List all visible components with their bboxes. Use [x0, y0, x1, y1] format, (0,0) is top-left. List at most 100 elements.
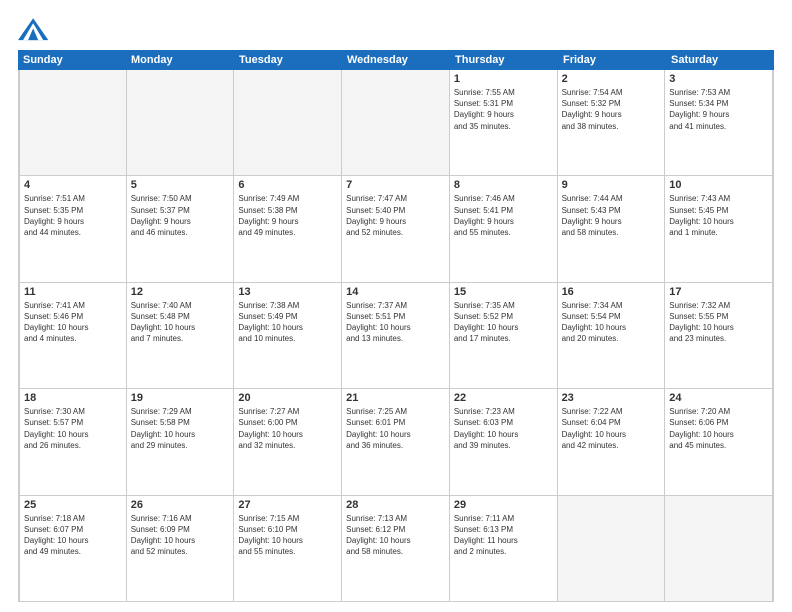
day-info: Sunrise: 7:11 AM Sunset: 6:13 PM Dayligh…	[454, 513, 553, 558]
day-number: 20	[238, 392, 337, 404]
day-info: Sunrise: 7:13 AM Sunset: 6:12 PM Dayligh…	[346, 513, 445, 558]
calendar-body: 1 Sunrise: 7:55 AM Sunset: 5:31 PM Daylig…	[18, 70, 774, 602]
calendar-cell: 1 Sunrise: 7:55 AM Sunset: 5:31 PM Daylig…	[450, 70, 558, 175]
calendar-cell: 4Sunrise: 7:51 AM Sunset: 5:35 PM Daylig…	[19, 176, 127, 281]
day-number: 11	[24, 286, 122, 298]
calendar-cell: 11 Sunrise: 7:41 AM Sunset: 5:46 PM Dayli…	[19, 283, 127, 388]
calendar-cell: 21Sunrise: 7:25 AM Sunset: 6:01 PM Dayli…	[342, 389, 450, 494]
calendar-cell: 13 Sunrise: 7:38 AM Sunset: 5:49 PM Dayli…	[234, 283, 342, 388]
calendar-week-1: 1 Sunrise: 7:55 AM Sunset: 5:31 PM Daylig…	[19, 70, 773, 176]
calendar-cell: 9 Sunrise: 7:44 AM Sunset: 5:43 PM Daylig…	[558, 176, 666, 281]
day-info: Sunrise: 7:15 AM Sunset: 6:10 PM Dayligh…	[238, 513, 337, 558]
day-number: 2	[562, 73, 661, 85]
calendar-header: SundayMondayTuesdayWednesdayThursdayFrid…	[18, 50, 774, 70]
calendar-cell: 17 Sunrise: 7:32 AM Sunset: 5:55 PM Dayli…	[665, 283, 773, 388]
calendar-cell	[558, 496, 666, 601]
calendar: SundayMondayTuesdayWednesdayThursdayFrid…	[18, 50, 774, 602]
logo	[18, 16, 54, 44]
calendar-cell	[342, 70, 450, 175]
day-info: Sunrise: 7:37 AM Sunset: 5:51 PM Dayligh…	[346, 300, 445, 345]
day-info: Sunrise: 7:50 AM Sunset: 5:37 PM Dayligh…	[131, 193, 230, 238]
calendar-cell: 5 Sunrise: 7:50 AM Sunset: 5:37 PM Daylig…	[127, 176, 235, 281]
day-info: Sunrise: 7:25 AM Sunset: 6:01 PM Dayligh…	[346, 406, 445, 451]
day-info: Sunrise: 7:23 AM Sunset: 6:03 PM Dayligh…	[454, 406, 553, 451]
header-day-monday: Monday	[126, 50, 234, 70]
day-number: 8	[454, 179, 553, 191]
calendar-week-3: 11 Sunrise: 7:41 AM Sunset: 5:46 PM Dayli…	[19, 283, 773, 389]
day-number: 27	[238, 499, 337, 511]
day-info: Sunrise: 7:29 AM Sunset: 5:58 PM Dayligh…	[131, 406, 230, 451]
day-info: Sunrise: 7:18 AM Sunset: 6:07 PM Dayligh…	[24, 513, 122, 558]
calendar-cell: 19 Sunrise: 7:29 AM Sunset: 5:58 PM Dayli…	[127, 389, 235, 494]
day-number: 14	[346, 286, 445, 298]
day-info: Sunrise: 7:46 AM Sunset: 5:41 PM Dayligh…	[454, 193, 553, 238]
day-info: Sunrise: 7:35 AM Sunset: 5:52 PM Dayligh…	[454, 300, 553, 345]
day-info: Sunrise: 7:40 AM Sunset: 5:48 PM Dayligh…	[131, 300, 230, 345]
day-number: 26	[131, 499, 230, 511]
day-number: 12	[131, 286, 230, 298]
calendar-cell: 18 Sunrise: 7:30 AM Sunset: 5:57 PM Dayli…	[19, 389, 127, 494]
day-info: Sunrise: 7:53 AM Sunset: 5:34 PM Dayligh…	[669, 87, 768, 132]
calendar-cell: 10Sunrise: 7:43 AM Sunset: 5:45 PM Dayli…	[665, 176, 773, 281]
day-info: Sunrise: 7:43 AM Sunset: 5:45 PM Dayligh…	[669, 193, 768, 238]
day-number: 23	[562, 392, 661, 404]
calendar-cell: 29 Sunrise: 7:11 AM Sunset: 6:13 PM Dayli…	[450, 496, 558, 601]
logo-icon	[18, 16, 50, 44]
day-info: Sunrise: 7:34 AM Sunset: 5:54 PM Dayligh…	[562, 300, 661, 345]
calendar-cell: 12 Sunrise: 7:40 AM Sunset: 5:48 PM Dayli…	[127, 283, 235, 388]
calendar-cell: 2 Sunrise: 7:54 AM Sunset: 5:32 PM Daylig…	[558, 70, 666, 175]
day-info: Sunrise: 7:16 AM Sunset: 6:09 PM Dayligh…	[131, 513, 230, 558]
day-number: 13	[238, 286, 337, 298]
calendar-cell: 27 Sunrise: 7:15 AM Sunset: 6:10 PM Dayli…	[234, 496, 342, 601]
day-info: Sunrise: 7:41 AM Sunset: 5:46 PM Dayligh…	[24, 300, 122, 345]
day-number: 1	[454, 73, 553, 85]
header-day-tuesday: Tuesday	[234, 50, 342, 70]
calendar-cell: 20 Sunrise: 7:27 AM Sunset: 6:00 PM Dayli…	[234, 389, 342, 494]
day-number: 19	[131, 392, 230, 404]
calendar-week-2: 4Sunrise: 7:51 AM Sunset: 5:35 PM Daylig…	[19, 176, 773, 282]
day-info: Sunrise: 7:30 AM Sunset: 5:57 PM Dayligh…	[24, 406, 122, 451]
day-info: Sunrise: 7:44 AM Sunset: 5:43 PM Dayligh…	[562, 193, 661, 238]
day-info: Sunrise: 7:38 AM Sunset: 5:49 PM Dayligh…	[238, 300, 337, 345]
day-number: 22	[454, 392, 553, 404]
day-number: 5	[131, 179, 230, 191]
calendar-cell	[127, 70, 235, 175]
day-number: 7	[346, 179, 445, 191]
calendar-cell: 28 Sunrise: 7:13 AM Sunset: 6:12 PM Dayli…	[342, 496, 450, 601]
day-info: Sunrise: 7:49 AM Sunset: 5:38 PM Dayligh…	[238, 193, 337, 238]
day-number: 15	[454, 286, 553, 298]
day-number: 4	[24, 179, 122, 191]
day-info: Sunrise: 7:20 AM Sunset: 6:06 PM Dayligh…	[669, 406, 768, 451]
day-info: Sunrise: 7:32 AM Sunset: 5:55 PM Dayligh…	[669, 300, 768, 345]
day-number: 3	[669, 73, 768, 85]
day-info: Sunrise: 7:22 AM Sunset: 6:04 PM Dayligh…	[562, 406, 661, 451]
day-number: 18	[24, 392, 122, 404]
day-info: Sunrise: 7:54 AM Sunset: 5:32 PM Dayligh…	[562, 87, 661, 132]
calendar-cell: 24 Sunrise: 7:20 AM Sunset: 6:06 PM Dayli…	[665, 389, 773, 494]
day-number: 9	[562, 179, 661, 191]
calendar-cell: 7 Sunrise: 7:47 AM Sunset: 5:40 PM Daylig…	[342, 176, 450, 281]
calendar-cell	[665, 496, 773, 601]
day-number: 25	[24, 499, 122, 511]
calendar-cell: 3 Sunrise: 7:53 AM Sunset: 5:34 PM Daylig…	[665, 70, 773, 175]
day-number: 29	[454, 499, 553, 511]
day-number: 17	[669, 286, 768, 298]
calendar-cell	[19, 70, 127, 175]
header-day-wednesday: Wednesday	[342, 50, 450, 70]
calendar-cell: 22 Sunrise: 7:23 AM Sunset: 6:03 PM Dayli…	[450, 389, 558, 494]
day-number: 16	[562, 286, 661, 298]
header-day-friday: Friday	[558, 50, 666, 70]
calendar-cell	[234, 70, 342, 175]
day-info: Sunrise: 7:55 AM Sunset: 5:31 PM Dayligh…	[454, 87, 553, 132]
header-day-sunday: Sunday	[18, 50, 126, 70]
calendar-cell: 8 Sunrise: 7:46 AM Sunset: 5:41 PM Daylig…	[450, 176, 558, 281]
calendar-week-5: 25 Sunrise: 7:18 AM Sunset: 6:07 PM Dayli…	[19, 496, 773, 601]
calendar-cell: 6Sunrise: 7:49 AM Sunset: 5:38 PM Daylig…	[234, 176, 342, 281]
header	[18, 16, 774, 44]
header-day-saturday: Saturday	[666, 50, 774, 70]
day-number: 28	[346, 499, 445, 511]
day-number: 24	[669, 392, 768, 404]
day-info: Sunrise: 7:27 AM Sunset: 6:00 PM Dayligh…	[238, 406, 337, 451]
day-info: Sunrise: 7:47 AM Sunset: 5:40 PM Dayligh…	[346, 193, 445, 238]
calendar-week-4: 18 Sunrise: 7:30 AM Sunset: 5:57 PM Dayli…	[19, 389, 773, 495]
